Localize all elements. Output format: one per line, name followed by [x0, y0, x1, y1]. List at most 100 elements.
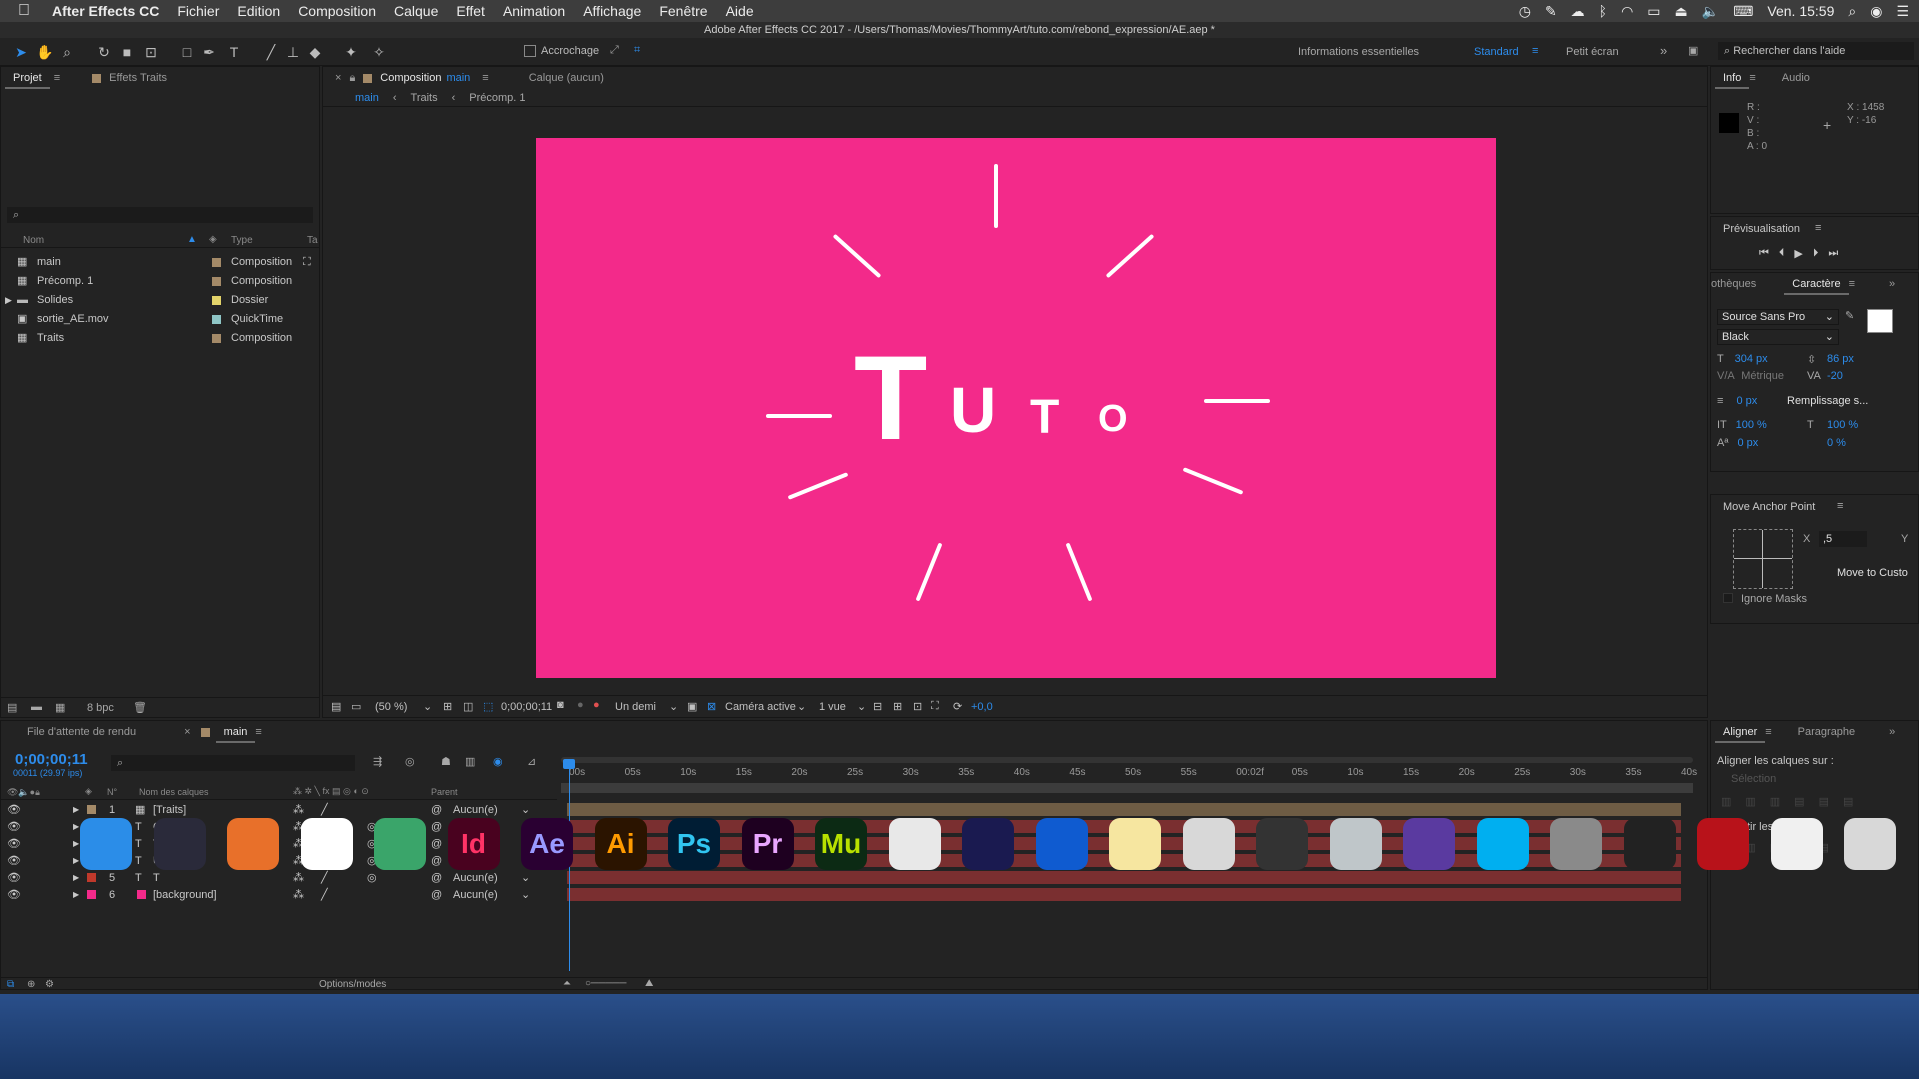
- rotate-tool-icon[interactable]: ↻: [95, 43, 113, 61]
- quality-switch-icon[interactable]: ╱: [321, 871, 328, 885]
- column-name[interactable]: Nom: [23, 235, 44, 246]
- lock-icon[interactable]: 🔒︎: [349, 72, 355, 85]
- first-frame-icon[interactable]: ⏮: [1759, 247, 1769, 260]
- comp-menu-icon[interactable]: ≡: [482, 72, 488, 84]
- character-menu-icon[interactable]: ≡: [1849, 278, 1855, 290]
- quality-switch-icon[interactable]: ╱: [321, 803, 328, 817]
- dock-app-ai[interactable]: Ai: [594, 818, 647, 870]
- align-menu-icon[interactable]: ≡: [1765, 726, 1771, 738]
- label-swatch[interactable]: [212, 315, 221, 324]
- layer-row[interactable]: 👁︎ ▶ 1 ▦ [Traits] ⁂ ╱ @ Aucun(e) ⌄: [1, 803, 530, 817]
- ignore-masks-checkbox[interactable]: [1723, 593, 1733, 603]
- dock-app-finder[interactable]: Finder: [80, 818, 132, 870]
- chevron-down-icon[interactable]: ⌄: [423, 700, 432, 713]
- flowchart-icon[interactable]: ⛶: [931, 700, 939, 713]
- dock-app-skype[interactable]: Skype: [1476, 818, 1529, 870]
- expand-time-controls-icon[interactable]: ⚙: [45, 979, 54, 990]
- tab-align[interactable]: Aligner: [1715, 721, 1766, 743]
- layer-row[interactable]: 👁︎ ▶ 5 T T ⁂ ╱ ◎ @ Aucun(e) ⌄: [1, 871, 530, 885]
- bluetooth-icon[interactable]: ᛒ: [1599, 3, 1607, 19]
- clock[interactable]: Ven. 15:59: [1767, 3, 1834, 19]
- visibility-eye-icon[interactable]: 👁︎: [7, 803, 21, 817]
- roto-brush-tool-icon[interactable]: ✦: [342, 43, 360, 61]
- dock-app-pixelmator[interactable]: Pixelmator: [1256, 818, 1308, 870]
- tab-render-queue[interactable]: File d'attente de rendu: [19, 726, 144, 738]
- toggle-options-modes[interactable]: Options/modes: [319, 979, 386, 990]
- anchor-menu-icon[interactable]: ≡: [1837, 500, 1843, 512]
- stroke-fill-dropdown[interactable]: Remplissage s...: [1787, 395, 1868, 407]
- dock-app-screenshot[interactable]: Screenshot: [1182, 818, 1235, 870]
- title-letter[interactable]: T: [1030, 394, 1059, 442]
- grid-icon[interactable]: ⊞: [443, 700, 452, 713]
- bit-depth[interactable]: 8 bpc: [87, 702, 114, 714]
- menu-effet[interactable]: Effet: [456, 3, 485, 19]
- menu-fenetre[interactable]: Fenêtre: [659, 3, 707, 19]
- dock-app-filezilla[interactable]: FileZilla: [1697, 818, 1749, 870]
- tab-effects-traits[interactable]: Effets Traits: [101, 72, 175, 84]
- info-menu-icon[interactable]: ≡: [1749, 72, 1755, 84]
- more-panels-icon[interactable]: »: [1889, 278, 1895, 290]
- label-column-icon[interactable]: ◈: [85, 786, 92, 797]
- chevron-down-icon[interactable]: ⌄: [797, 700, 806, 713]
- dock-app-audacity[interactable]: Audacity: [962, 818, 1014, 870]
- expand-arrow-icon[interactable]: ▶: [73, 888, 79, 902]
- shy-switch-icon[interactable]: ⁂: [293, 803, 304, 817]
- tracking-value[interactable]: -20: [1827, 370, 1843, 382]
- expand-arrow-icon[interactable]: ▶: [73, 871, 79, 885]
- column-size[interactable]: Ta: [307, 235, 318, 246]
- dock-app-atom[interactable]: Atom: [374, 818, 426, 870]
- tab-timeline-main[interactable]: main: [215, 721, 256, 743]
- dock-app-font[interactable]: Font: [1329, 818, 1382, 870]
- parent-dropdown[interactable]: Aucun(e): [453, 871, 498, 885]
- motion-blur-switch-icon[interactable]: ◎: [367, 871, 377, 885]
- menu-fichier[interactable]: Fichier: [177, 3, 219, 19]
- creative-cloud-icon[interactable]: ☁: [1571, 3, 1585, 20]
- dock-app-id[interactable]: Id: [447, 818, 500, 870]
- fast-previews-icon[interactable]: ▣: [687, 700, 697, 713]
- dock-app-obs[interactable]: OBS: [1623, 818, 1676, 870]
- dock-app-ps[interactable]: Ps: [668, 818, 720, 870]
- anchor-grid[interactable]: [1733, 529, 1793, 589]
- quality-switch-icon[interactable]: ╱: [321, 888, 328, 902]
- pickwhip-icon[interactable]: @: [431, 820, 442, 834]
- eject-icon[interactable]: ⏏: [1675, 3, 1688, 20]
- expand-arrow-icon[interactable]: ▶: [73, 820, 79, 834]
- puppet-pin-tool-icon[interactable]: ✧: [370, 43, 388, 61]
- more-panels-icon[interactable]: »: [1889, 726, 1895, 738]
- keyboard-icon[interactable]: ⌨: [1733, 3, 1753, 20]
- dock-app-feather[interactable]: Feather: [1403, 818, 1455, 870]
- work-area-range[interactable]: [561, 783, 1693, 793]
- pickwhip-icon[interactable]: @: [431, 803, 442, 817]
- help-search-input[interactable]: ⌕ Rechercher dans l'aide: [1718, 42, 1914, 60]
- dock-app-chrome[interactable]: Chrome: [300, 818, 353, 870]
- label-swatch[interactable]: [212, 258, 221, 267]
- stroke-width-value[interactable]: 0 px: [1736, 395, 1757, 407]
- transparency-grid-icon[interactable]: ⊠: [707, 700, 716, 713]
- chevron-down-icon[interactable]: ⌄: [521, 803, 530, 817]
- layer-viewer-tab[interactable]: Calque (aucun): [529, 72, 604, 84]
- dock-app-pr-f-rences[interactable]: Préférences: [1550, 818, 1602, 870]
- dock-app-ae[interactable]: Ae: [521, 818, 573, 870]
- label-column-icon[interactable]: ◈: [209, 234, 217, 245]
- layer-duration-bar[interactable]: [567, 803, 1681, 816]
- selection-tool-icon[interactable]: ➤: [12, 43, 30, 61]
- vertical-scale-value[interactable]: 100 %: [1736, 419, 1767, 431]
- chevron-down-icon[interactable]: ⌄: [857, 700, 866, 713]
- volume-icon[interactable]: 🔈: [1702, 3, 1719, 20]
- project-item[interactable]: ▶ ▬ Solides Dossier: [1, 292, 319, 308]
- zoom-in-icon[interactable]: ⛰: [645, 978, 653, 989]
- anchor-x-input[interactable]: ,5: [1819, 531, 1867, 547]
- menu-edition[interactable]: Edition: [237, 3, 280, 19]
- pickwhip-icon[interactable]: @: [431, 837, 442, 851]
- expand-layer-switches-icon[interactable]: ⧉: [7, 979, 14, 990]
- parent-dropdown[interactable]: Aucun(e): [453, 803, 498, 817]
- resolution-dropdown[interactable]: Un demi: [615, 701, 656, 713]
- menu-animation[interactable]: Animation: [503, 3, 565, 19]
- zoom-tool-icon[interactable]: ⌕: [58, 43, 76, 61]
- toggle-pixel-aspect-icon[interactable]: ⊟: [873, 700, 882, 713]
- pickwhip-icon[interactable]: @: [431, 888, 442, 902]
- label-swatch[interactable]: [212, 334, 221, 343]
- chevron-down-icon[interactable]: ⌄: [669, 700, 678, 713]
- timeline-icon[interactable]: ⊞: [893, 700, 902, 713]
- dock-app-sequel-pro[interactable]: Sequel Pro: [888, 818, 941, 870]
